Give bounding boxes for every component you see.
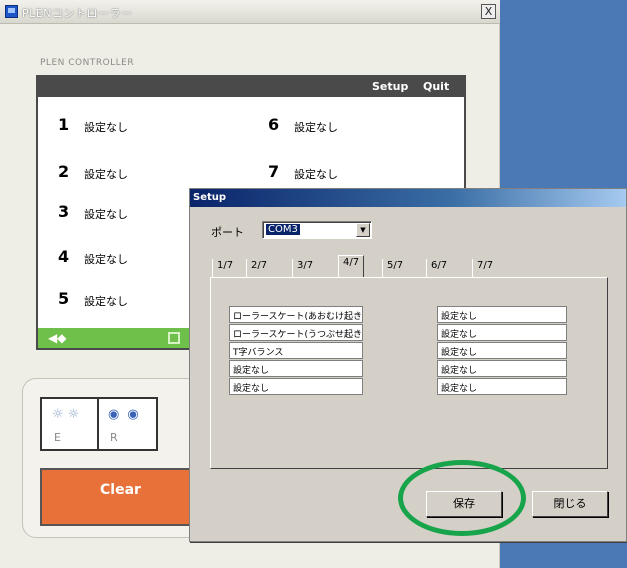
titlebar: PLENコントローラー X	[0, 0, 500, 24]
right-field-2[interactable]: 設定なし	[437, 324, 567, 341]
slot-number: 5	[58, 289, 70, 308]
dialog-title: Setup	[193, 192, 227, 203]
window-title: PLENコントローラー	[22, 7, 133, 20]
slot-number: 6	[268, 115, 280, 134]
tab-6[interactable]: 6/7	[426, 259, 451, 277]
setup-button[interactable]: Setup	[372, 80, 408, 93]
slot-number: 1	[58, 115, 70, 134]
slot-label: 設定なし	[84, 121, 128, 134]
highlight-ring	[398, 460, 526, 536]
slot-2[interactable]: 2 設定なし	[58, 162, 218, 182]
eye-icon[interactable]: ◉◉	[108, 407, 147, 422]
tab-4[interactable]: 4/7	[338, 255, 365, 277]
square-icon[interactable]	[168, 332, 180, 344]
port-value: COM3	[266, 224, 300, 235]
app-subtitle: PLEN CONTROLLER	[40, 58, 135, 68]
toggle-divider	[97, 399, 99, 449]
slot-number: 4	[58, 247, 70, 266]
close-dialog-button[interactable]: 閉じる	[532, 491, 608, 517]
slot-label: 設定なし	[294, 121, 338, 134]
left-field-2[interactable]: ローラースケート(うつぶせ起き	[229, 324, 363, 341]
slot-label: 設定なし	[84, 168, 128, 181]
tab-7[interactable]: 7/7	[472, 259, 497, 277]
gear-icon[interactable]: ☼☼	[52, 407, 83, 422]
toggle-e-label: E	[54, 431, 61, 444]
slot-4[interactable]: 4 設定なし	[58, 247, 198, 267]
right-field-5[interactable]: 設定なし	[437, 378, 567, 395]
slot-number: 3	[58, 202, 70, 221]
left-field-1[interactable]: ローラースケート(あおむけ起き	[229, 306, 363, 323]
slot-number: 7	[268, 162, 280, 181]
port-label: ポート	[211, 226, 244, 239]
clear-label: Clear	[100, 482, 141, 498]
left-field-3[interactable]: T字バランス	[229, 342, 363, 359]
slot-3[interactable]: 3 設定なし	[58, 202, 198, 222]
close-window-button[interactable]: X	[481, 4, 496, 19]
app-icon	[5, 5, 18, 18]
toggle-group: ☼☼ ◉◉ E R	[40, 397, 158, 451]
slot-label: 設定なし	[84, 295, 128, 308]
dialog-titlebar: Setup	[190, 189, 626, 207]
right-field-3[interactable]: 設定なし	[437, 342, 567, 359]
left-field-4[interactable]: 設定なし	[229, 360, 363, 377]
clear-button[interactable]: Clear	[40, 468, 198, 526]
slot-1[interactable]: 1 設定なし	[58, 115, 218, 135]
tab-1[interactable]: 1/7	[212, 259, 237, 277]
quit-button[interactable]: Quit	[423, 80, 449, 93]
back-arrow-icon[interactable]: ◀◆	[48, 331, 66, 345]
left-field-5[interactable]: 設定なし	[229, 378, 363, 395]
slot-5[interactable]: 5 設定なし	[58, 289, 198, 309]
tab-2[interactable]: 2/7	[246, 259, 271, 277]
slot-7[interactable]: 7 設定なし	[268, 162, 428, 182]
toggle-r-label: R	[110, 431, 118, 444]
right-field-4[interactable]: 設定なし	[437, 360, 567, 377]
port-select[interactable]: COM3 ▼	[262, 221, 372, 239]
slot-label: 設定なし	[84, 208, 128, 221]
tab-3[interactable]: 3/7	[292, 259, 317, 277]
tab-5[interactable]: 5/7	[382, 259, 407, 277]
slot-label: 設定なし	[84, 253, 128, 266]
slot-number: 2	[58, 162, 70, 181]
panel-header: Setup Quit	[38, 77, 464, 97]
chevron-down-icon[interactable]: ▼	[356, 223, 370, 237]
slot-label: 設定なし	[294, 168, 338, 181]
tab-page: ローラースケート(あおむけ起き ローラースケート(うつぶせ起き T字バランス 設…	[210, 277, 608, 469]
right-field-1[interactable]: 設定なし	[437, 306, 567, 323]
slot-6[interactable]: 6 設定なし	[268, 115, 428, 135]
